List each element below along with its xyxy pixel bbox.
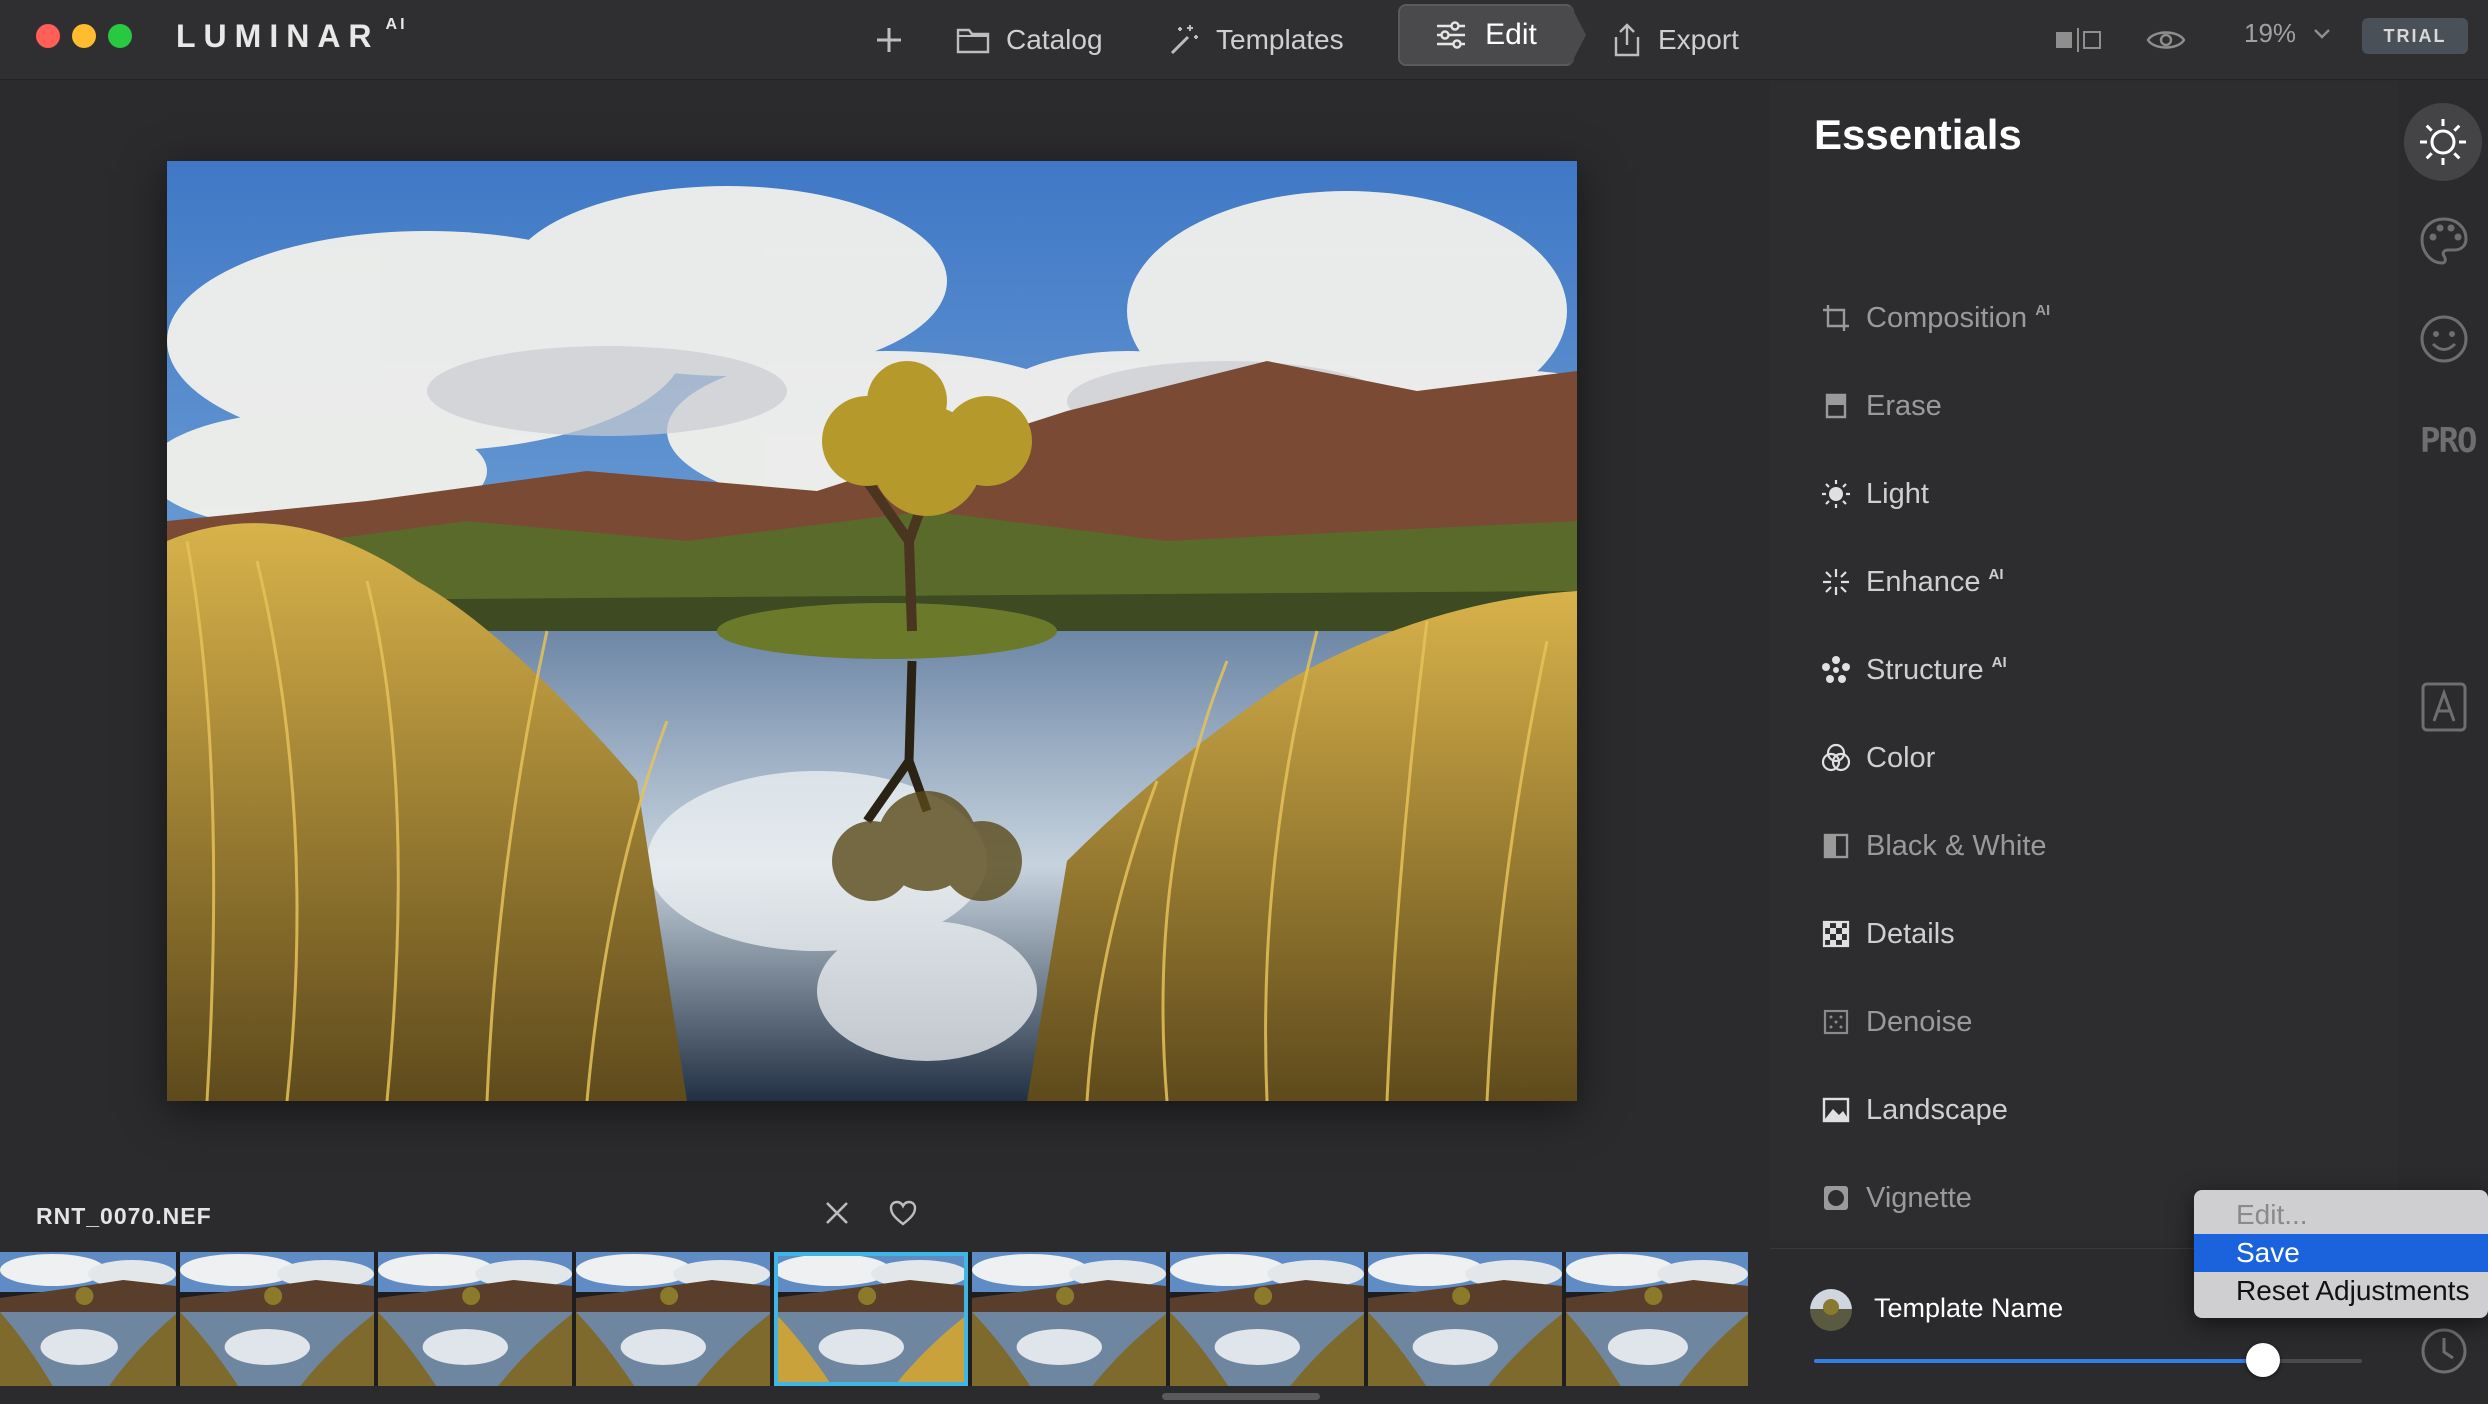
- tool-erase[interactable]: Erase: [1820, 386, 1942, 426]
- tools-panel: Essentials Composition AI Erase Light Enhanc…: [1770, 81, 2398, 1241]
- filmstrip-thumbnail[interactable]: [774, 1252, 968, 1386]
- tool-landscape[interactable]: Landscape: [1820, 1090, 2008, 1130]
- tool-label: Denoise: [1866, 1005, 1973, 1038]
- bw-square-icon: [1820, 830, 1852, 862]
- top-toolbar: LUMINAR AI Catalog Templates Edit Export …: [0, 0, 2488, 80]
- denoise-icon: [1820, 1006, 1852, 1038]
- preview-toggle-button[interactable]: [2146, 14, 2202, 66]
- sun-icon: [2420, 119, 2466, 165]
- share-icon: [1614, 23, 1640, 57]
- minimize-window-button[interactable]: [72, 24, 96, 48]
- landscape-photo: [167, 161, 1577, 1101]
- filmstrip-thumbnail[interactable]: [576, 1252, 770, 1386]
- pro-label[interactable]: PRO: [2420, 421, 2477, 461]
- current-filename: RNT_0070.NEF: [36, 1203, 212, 1229]
- tab-catalog[interactable]: Catalog: [956, 14, 1103, 66]
- tab-edit[interactable]: Edit: [1398, 4, 1574, 66]
- zoom-level: 19%: [2244, 18, 2297, 48]
- filmstrip: [0, 1252, 1748, 1386]
- tab-edit-label: Edit: [1485, 18, 1537, 51]
- filmstrip-thumbnail[interactable]: [1368, 1252, 1562, 1386]
- tool-enhance[interactable]: Enhance AI: [1820, 562, 2004, 602]
- compare-icon: [2056, 28, 2101, 52]
- app-logo: LUMINAR AI: [176, 16, 408, 54]
- ai-badge: AI: [1988, 565, 2004, 583]
- filmstrip-thumbnail[interactable]: [1566, 1252, 1748, 1386]
- slider-fill: [1814, 1359, 2264, 1363]
- tool-label: Enhance: [1866, 565, 1981, 598]
- menu-item-edit: Edit...: [2236, 1199, 2308, 1230]
- menu-item-save[interactable]: Save: [2194, 1234, 2488, 1272]
- tool-label: Erase: [1866, 389, 1942, 422]
- filmstrip-thumbnail[interactable]: [180, 1252, 374, 1386]
- tool-color[interactable]: Color: [1820, 738, 1935, 778]
- ai-badge: AI: [1991, 653, 2007, 671]
- color-circles-icon: [1820, 742, 1852, 774]
- filmstrip-thumbnail[interactable]: [972, 1252, 1166, 1386]
- tool-details[interactable]: Details: [1820, 914, 1955, 954]
- ai-badge: AI: [2035, 301, 2051, 319]
- tool-label: Details: [1866, 917, 1955, 950]
- panel-title: Essentials: [1814, 111, 2022, 158]
- zoom-dropdown[interactable]: 19%: [2244, 18, 2332, 49]
- plus-icon: [877, 28, 901, 52]
- history-clock-icon[interactable]: [2418, 1325, 2470, 1377]
- tool-label: Black & White: [1866, 829, 2047, 862]
- template-context-menu: Edit... Save Reset Adjustments: [2194, 1190, 2488, 1318]
- filmstrip-scrollbar[interactable]: [1162, 1393, 1320, 1400]
- rail-essentials[interactable]: [2404, 103, 2482, 181]
- zoom-window-button[interactable]: [108, 24, 132, 48]
- tool-label: Color: [1866, 741, 1936, 774]
- tool-label: Vignette: [1866, 1181, 1972, 1214]
- tab-catalog-label: Catalog: [1006, 24, 1103, 55]
- eraser-icon: [1820, 390, 1852, 422]
- add-photos-button[interactable]: [874, 14, 920, 66]
- tool-label: Light: [1866, 477, 1929, 510]
- chevron-down-icon: [2314, 28, 2330, 39]
- tool-label: Composition: [1866, 301, 2028, 334]
- tab-export-label: Export: [1658, 24, 1739, 55]
- photo-preview[interactable]: [167, 161, 1577, 1101]
- landscape-icon: [1820, 1094, 1852, 1126]
- palette-icon[interactable]: [2418, 215, 2470, 267]
- reject-x-icon[interactable]: [822, 1198, 852, 1228]
- favorite-heart-icon[interactable]: [888, 1198, 918, 1228]
- structure-icon: [1820, 654, 1852, 686]
- brush-frame-icon[interactable]: [2420, 681, 2468, 733]
- folder-icon: [956, 28, 990, 54]
- tool-light[interactable]: Light: [1820, 474, 1929, 514]
- tool-composition[interactable]: Composition AI: [1820, 298, 2050, 338]
- tool-black-white[interactable]: Black & White: [1820, 826, 2047, 866]
- filmstrip-thumbnail[interactable]: [0, 1252, 176, 1386]
- filmstrip-thumbnail[interactable]: [1170, 1252, 1364, 1386]
- tab-templates-label: Templates: [1216, 24, 1344, 55]
- sliders-icon: [1437, 21, 1466, 49]
- tool-structure[interactable]: Structure AI: [1820, 650, 2007, 690]
- crop-icon: [1820, 302, 1852, 334]
- slider-knob[interactable]: [2246, 1343, 2281, 1377]
- sun-icon: [1820, 478, 1852, 510]
- vignette-icon: [1820, 1182, 1852, 1214]
- tool-vignette[interactable]: Vignette: [1820, 1178, 1972, 1218]
- edit-tab-arrow: [1570, 4, 1586, 66]
- sparkle-icon: [1820, 566, 1852, 598]
- filmstrip-thumbnail[interactable]: [378, 1252, 572, 1386]
- template-name: Template Name: [1874, 1293, 2064, 1323]
- smiley-icon[interactable]: [2418, 313, 2470, 365]
- magic-wand-icon: [1170, 25, 1198, 55]
- trial-badge[interactable]: TRIAL: [2362, 18, 2468, 54]
- tool-label: Structure: [1866, 653, 1984, 686]
- eye-icon: [2146, 31, 2186, 49]
- compare-view-button[interactable]: [2054, 14, 2118, 66]
- tab-templates[interactable]: Templates: [1166, 14, 1344, 66]
- checker-icon: [1820, 918, 1852, 950]
- tool-denoise[interactable]: Denoise: [1820, 1002, 1972, 1042]
- template-thumbnail: [1810, 1289, 1852, 1331]
- tab-export[interactable]: Export: [1612, 14, 1739, 66]
- close-window-button[interactable]: [36, 24, 60, 48]
- tool-label: Landscape: [1866, 1093, 2008, 1126]
- menu-item-reset-adjustments[interactable]: Reset Adjustments: [2194, 1272, 2488, 1310]
